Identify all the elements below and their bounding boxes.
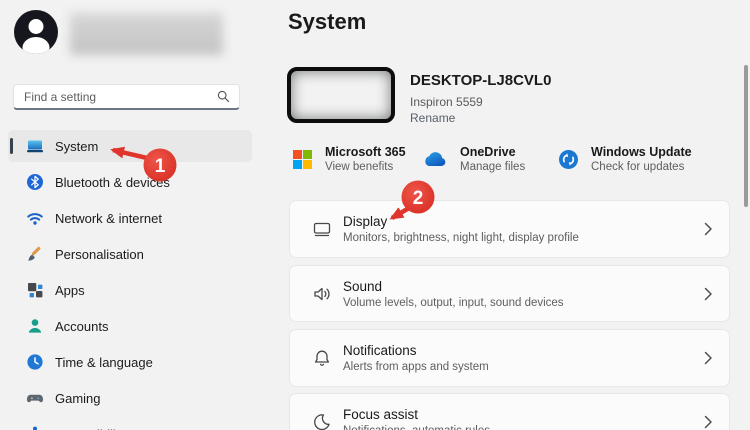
- system-icon: [26, 137, 44, 155]
- person-silhouette-icon: [14, 10, 58, 54]
- sidebar-item-label: System: [55, 139, 98, 154]
- sidebar-item-network-internet[interactable]: Network & internet: [8, 202, 252, 234]
- quick-link-subtitle: View benefits: [325, 161, 406, 173]
- scrollbar-thumb[interactable]: [744, 65, 748, 207]
- microsoft-logo-icon: [293, 150, 312, 169]
- sidebar-item-label: Personalisation: [55, 247, 144, 262]
- sidebar-item-personalisation[interactable]: Personalisation: [8, 238, 252, 270]
- page-title: System: [288, 9, 366, 35]
- bell-icon: [312, 348, 332, 368]
- chevron-right-icon: [704, 287, 713, 301]
- search-icon: [217, 90, 230, 103]
- sidebar-item-time-language[interactable]: Time & language: [8, 346, 252, 378]
- quick-link-title: Windows Update: [591, 145, 692, 159]
- bluetooth-icon: [26, 173, 44, 191]
- quick-link-onedrive[interactable]: OneDrive Manage files: [423, 142, 525, 176]
- rename-link[interactable]: Rename: [410, 111, 455, 125]
- user-name-redacted: [70, 13, 223, 55]
- sidebar-item-accessibility[interactable]: Accessibility: [8, 418, 252, 430]
- chevron-right-icon: [704, 415, 713, 429]
- card-subtitle: Alerts from apps and system: [343, 361, 489, 373]
- sidebar-item-system[interactable]: System: [8, 130, 252, 162]
- search-box[interactable]: [13, 84, 240, 110]
- card-title: Display: [343, 214, 579, 229]
- sidebar-item-label: Bluetooth & devices: [55, 175, 170, 190]
- sidebar-item-label: Accessibility: [55, 427, 126, 430]
- sidebar-item-label: Time & language: [55, 355, 153, 370]
- sidebar-item-bluetooth-devices[interactable]: Bluetooth & devices: [8, 166, 252, 198]
- card-title: Sound: [343, 279, 564, 294]
- accessibility-icon: [26, 425, 44, 430]
- settings-window: System Bluetooth & devices Network & int…: [0, 0, 750, 430]
- sidebar-item-gaming[interactable]: Gaming: [8, 382, 252, 414]
- card-subtitle: Notifications, automatic rules: [343, 425, 490, 430]
- quick-link-microsoft-365[interactable]: Microsoft 365 View benefits: [293, 142, 406, 176]
- device-model: Inspiron 5559: [410, 95, 483, 109]
- selected-indicator: [10, 138, 13, 154]
- sidebar-item-label: Gaming: [55, 391, 101, 406]
- user-avatar[interactable]: [14, 10, 58, 54]
- settings-card-sound[interactable]: Sound Volume levels, output, input, soun…: [289, 265, 730, 322]
- sidebar-item-label: Accounts: [55, 319, 108, 334]
- sidebar-item-apps[interactable]: Apps: [8, 274, 252, 306]
- quick-link-title: Microsoft 365: [325, 145, 406, 159]
- sidebar-item-accounts[interactable]: Accounts: [8, 310, 252, 342]
- quick-link-title: OneDrive: [460, 145, 525, 159]
- sidebar-item-label: Network & internet: [55, 211, 162, 226]
- paintbrush-icon: [26, 245, 44, 263]
- apps-grid-icon: [26, 281, 44, 299]
- quick-link-subtitle: Check for updates: [591, 161, 692, 173]
- quick-link-subtitle: Manage files: [460, 161, 525, 173]
- settings-card-focus-assist[interactable]: Focus assist Notifications, automatic ru…: [289, 393, 730, 430]
- clock-icon: [26, 353, 44, 371]
- gamepad-icon: [26, 389, 44, 407]
- card-title: Focus assist: [343, 407, 490, 422]
- search-input[interactable]: [14, 85, 217, 108]
- device-name: DESKTOP-LJ8CVL0: [410, 72, 551, 89]
- chevron-right-icon: [704, 351, 713, 365]
- focus-assist-moon-icon: [312, 412, 332, 430]
- sidebar-item-label: Apps: [55, 283, 85, 298]
- card-subtitle: Volume levels, output, input, sound devi…: [343, 297, 564, 309]
- onedrive-cloud-icon: [423, 151, 447, 167]
- sound-icon: [312, 284, 332, 304]
- display-icon: [312, 219, 332, 239]
- settings-card-display[interactable]: Display Monitors, brightness, night ligh…: [289, 200, 730, 258]
- card-title: Notifications: [343, 343, 489, 358]
- card-subtitle: Monitors, brightness, night light, displ…: [343, 232, 579, 244]
- settings-card-notifications[interactable]: Notifications Alerts from apps and syste…: [289, 329, 730, 387]
- quick-link-windows-update[interactable]: Windows Update Check for updates: [559, 142, 692, 176]
- windows-update-icon: [559, 150, 578, 169]
- chevron-right-icon: [704, 222, 713, 236]
- device-thumbnail: [287, 67, 395, 123]
- wifi-icon: [26, 209, 44, 227]
- person-icon: [26, 317, 44, 335]
